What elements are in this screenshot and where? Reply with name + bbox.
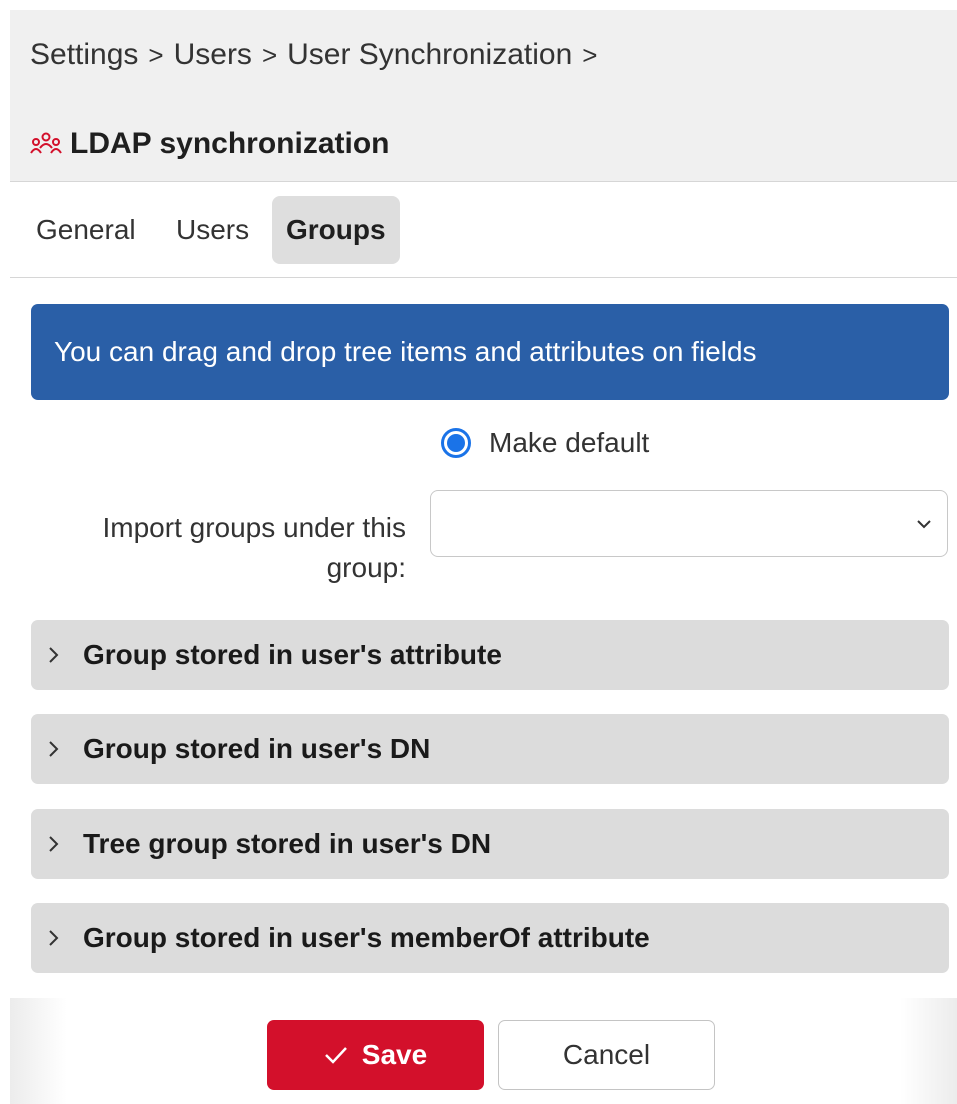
cancel-button[interactable]: Cancel [498, 1020, 715, 1090]
section-label: Group stored in user's DN [83, 733, 431, 764]
chevron-right-icon [49, 930, 59, 946]
save-button[interactable]: Save [267, 1020, 484, 1090]
section-label: Group stored in user's memberOf attribut… [83, 922, 650, 953]
make-default-label: Make default [489, 427, 650, 458]
chevron-right-icon [49, 647, 59, 663]
breadcrumb-user-synchronization[interactable]: User Synchronization [287, 38, 572, 72]
section-label: Tree group stored in user's DN [83, 828, 492, 859]
make-default-radio[interactable] [441, 428, 471, 458]
chevron-right-icon [49, 741, 59, 757]
breadcrumb-separator: > [261, 39, 278, 70]
section-group-in-user-dn[interactable]: Group stored in user's DN [31, 714, 949, 784]
breadcrumb-users[interactable]: Users [174, 38, 252, 72]
chevron-down-icon [917, 520, 931, 529]
import-group-label: Import groups under this group: [102, 512, 407, 583]
tab-bar: General Users Groups [10, 182, 957, 278]
info-banner: You can drag and drop tree items and att… [31, 304, 949, 400]
section-group-in-memberof-attribute[interactable]: Group stored in user's memberOf attribut… [31, 903, 949, 973]
tab-groups[interactable]: Groups [272, 196, 400, 264]
page-header: Settings > Users > User Synchronization … [10, 10, 957, 182]
breadcrumb-settings[interactable]: Settings [30, 38, 138, 72]
make-default-option[interactable]: Make default [441, 427, 649, 459]
breadcrumb: Settings > Users > User Synchronization … [30, 38, 607, 72]
tab-users[interactable]: Users [162, 196, 263, 264]
section-label: Group stored in user's attribute [83, 639, 502, 670]
breadcrumb-separator: > [582, 39, 598, 70]
chevron-right-icon [49, 836, 59, 852]
tab-general[interactable]: General [22, 196, 150, 264]
section-tree-group-in-user-dn[interactable]: Tree group stored in user's DN [31, 809, 949, 879]
page-title-row: LDAP synchronization [30, 127, 389, 161]
radio-selected-dot [447, 434, 465, 452]
import-group-select[interactable] [430, 490, 948, 557]
checkmark-icon [324, 1047, 347, 1064]
breadcrumb-separator: > [148, 39, 164, 70]
users-group-icon [30, 132, 62, 154]
section-group-in-user-attribute[interactable]: Group stored in user's attribute [31, 620, 949, 690]
save-button-label: Save [361, 1039, 428, 1070]
page-title: LDAP synchronization [70, 127, 390, 160]
